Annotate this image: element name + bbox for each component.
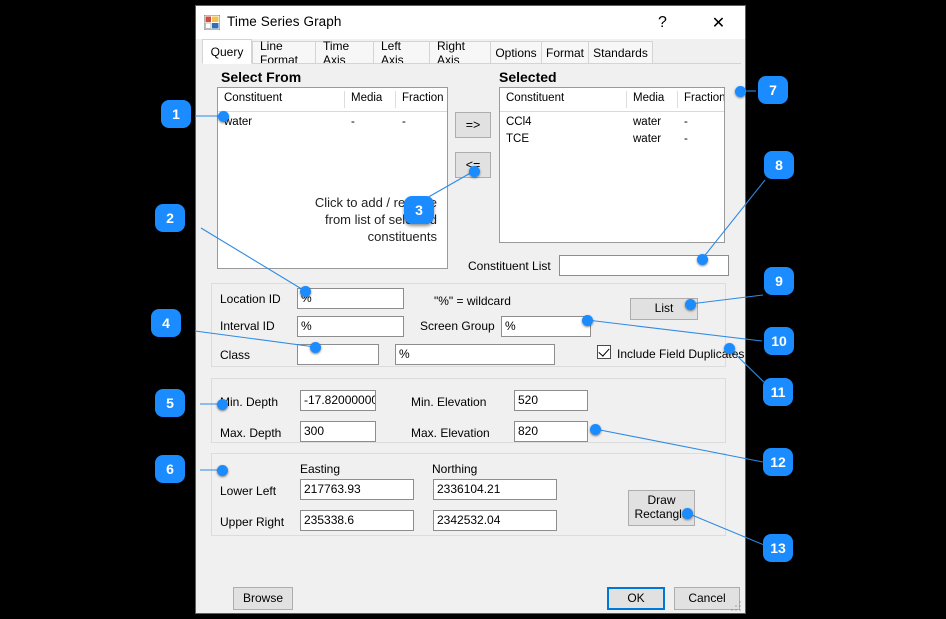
callout-badge-9: 9 xyxy=(764,267,794,295)
tab-standards[interactable]: Standards xyxy=(588,41,653,64)
class-filter-combo[interactable]: % xyxy=(395,344,555,365)
callout-badge-13: 13 xyxy=(763,534,793,562)
max-elevation-input[interactable]: 820 xyxy=(514,421,588,442)
cell-fraction: - xyxy=(684,116,688,128)
min-depth-input[interactable]: -17.82000000 xyxy=(300,390,376,411)
callout-dot-9 xyxy=(685,299,696,310)
select-from-heading: Select From xyxy=(221,69,301,85)
time-series-graph-dialog: Time Series Graph ? ✕ Query Line Format … xyxy=(195,5,746,614)
location-id-label: Location ID xyxy=(220,292,281,306)
northing-label: Northing xyxy=(432,462,477,476)
add-to-selected-button[interactable]: => xyxy=(455,112,491,138)
easting-label: Easting xyxy=(300,462,340,476)
lower-left-label: Lower Left xyxy=(220,484,276,498)
callout-dot-10 xyxy=(582,315,593,326)
max-elevation-label: Max. Elevation xyxy=(411,426,490,440)
callout-badge-11: 11 xyxy=(763,378,793,406)
resize-grip[interactable] xyxy=(730,599,742,611)
callout-dot-5 xyxy=(217,399,228,410)
tab-left-axis[interactable]: Left Axis xyxy=(373,41,430,64)
table-row[interactable]: TCE water - xyxy=(500,132,724,149)
cell-media: water xyxy=(633,116,661,128)
interval-id-input[interactable]: % xyxy=(297,316,404,337)
close-button[interactable]: ✕ xyxy=(696,6,741,39)
column-header-constituent: Constituent xyxy=(224,92,282,104)
screen-group-label: Screen Group xyxy=(420,319,495,333)
list-item[interactable]: water - - xyxy=(218,115,447,132)
callout-dot-3 xyxy=(469,166,480,177)
max-depth-label: Max. Depth xyxy=(220,426,281,440)
constituent-list-label: Constituent List xyxy=(468,259,551,273)
wildcard-note: "%" = wildcard xyxy=(434,294,511,308)
lower-left-easting-input[interactable]: 217763.93 xyxy=(300,479,414,500)
help-button[interactable]: ? xyxy=(640,6,685,39)
cell-fraction: - xyxy=(684,133,688,145)
screenshot-root: Time Series Graph ? ✕ Query Line Format … xyxy=(0,0,946,619)
callout-badge-3: 3 xyxy=(404,196,434,224)
cell-constituent: CCl4 xyxy=(506,116,532,128)
form-designer-icon xyxy=(204,15,220,30)
callout-badge-6: 6 xyxy=(155,455,185,483)
upper-right-label: Upper Right xyxy=(220,515,284,529)
include-field-duplicates-checkbox[interactable] xyxy=(597,345,611,359)
min-depth-label: Min. Depth xyxy=(220,395,278,409)
column-header-constituent: Constituent xyxy=(506,92,564,104)
tab-format[interactable]: Format xyxy=(541,41,589,64)
selected-heading: Selected xyxy=(499,69,557,85)
callout-badge-1: 1 xyxy=(161,100,191,128)
column-header-media: Media xyxy=(351,92,382,104)
location-id-input[interactable]: % xyxy=(297,288,404,309)
callout-dot-7 xyxy=(735,86,746,97)
selected-header: Constituent Media Fraction xyxy=(500,88,724,112)
callout-badge-7: 7 xyxy=(758,76,788,104)
min-elevation-input[interactable]: 520 xyxy=(514,390,588,411)
tab-query[interactable]: Query xyxy=(202,39,252,64)
cell-fraction: - xyxy=(402,116,406,128)
upper-right-easting-input[interactable]: 235338.6 xyxy=(300,510,414,531)
cell-media: - xyxy=(351,116,355,128)
column-header-fraction: Fraction xyxy=(402,92,444,104)
callout-dot-13 xyxy=(682,508,693,519)
select-from-listbox[interactable]: Constituent Media Fraction water - - Cli… xyxy=(217,87,448,269)
tab-line-format[interactable]: Line Format xyxy=(252,41,316,64)
draw-rectangle-label-line1: Draw xyxy=(647,494,675,508)
callout-dot-1 xyxy=(218,111,229,122)
callout-badge-12: 12 xyxy=(763,448,793,476)
callout-dot-2 xyxy=(300,286,311,297)
upper-right-northing-input[interactable]: 2342532.04 xyxy=(433,510,557,531)
callout-badge-8: 8 xyxy=(764,151,794,179)
screen-group-combo[interactable]: % xyxy=(501,316,591,337)
column-header-media: Media xyxy=(633,92,664,104)
cell-constituent: TCE xyxy=(506,133,529,145)
interval-id-label: Interval ID xyxy=(220,319,275,333)
class-label: Class xyxy=(220,348,250,362)
callout-badge-2: 2 xyxy=(155,204,185,232)
select-from-header: Constituent Media Fraction xyxy=(218,88,447,112)
tab-options[interactable]: Options xyxy=(490,41,542,64)
max-depth-input[interactable]: 300 xyxy=(300,421,376,442)
selected-listbox[interactable]: Constituent Media Fraction CCl4 water - … xyxy=(499,87,725,243)
callout-badge-5: 5 xyxy=(155,389,185,417)
tab-strip: Query Line Format Time Axis Left Axis Ri… xyxy=(202,39,741,64)
callout-dot-4 xyxy=(310,342,321,353)
tab-time-axis[interactable]: Time Axis xyxy=(315,41,374,64)
table-row[interactable]: CCl4 water - xyxy=(500,115,724,132)
column-header-fraction: Fraction xyxy=(684,92,725,104)
callout-badge-10: 10 xyxy=(764,327,794,355)
callout-badge-4: 4 xyxy=(151,309,181,337)
callout-dot-12 xyxy=(590,424,601,435)
callout-dot-8 xyxy=(697,254,708,265)
window-title: Time Series Graph xyxy=(227,14,342,29)
hint-line-3: constituents xyxy=(315,228,437,245)
min-elevation-label: Min. Elevation xyxy=(411,395,486,409)
callout-dot-11 xyxy=(724,343,735,354)
cell-media: water xyxy=(633,133,661,145)
tab-right-axis[interactable]: Right Axis xyxy=(429,41,491,64)
title-bar: Time Series Graph ? ✕ xyxy=(196,6,745,39)
ok-button[interactable]: OK xyxy=(607,587,665,610)
callout-dot-6 xyxy=(217,465,228,476)
browse-button[interactable]: Browse xyxy=(233,587,293,610)
lower-left-northing-input[interactable]: 2336104.21 xyxy=(433,479,557,500)
draw-rectangle-label-line2: Rectangle xyxy=(634,508,688,522)
